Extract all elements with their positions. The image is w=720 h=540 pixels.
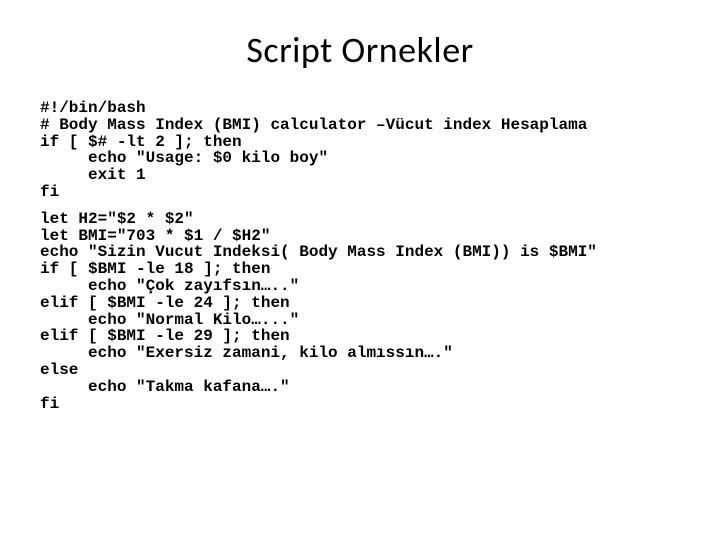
code-line: #!/bin/bash (40, 99, 146, 117)
code-line: if [ $# -lt 2 ]; then (40, 133, 242, 151)
code-line: if [ $BMI -le 18 ]; then (40, 260, 270, 278)
code-line: elif [ $BMI -le 24 ]; then (40, 294, 290, 312)
code-line: let H2="$2 * $2" (40, 210, 194, 228)
slide: Script Ornekler #!/bin/bash # Body Mass … (0, 0, 720, 540)
code-line: echo "Sizin Vucut Indeksi( Body Mass Ind… (40, 243, 597, 261)
code-line: let BMI="703 * $1 / $H2" (40, 227, 270, 245)
code-line: echo "Takma kafana…." (40, 378, 290, 396)
code-line: echo "Çok zayıfsın….." (40, 277, 299, 295)
code-line: echo "Exersiz zamani, kilo almıssın…." (40, 344, 453, 362)
code-line: echo "Normal Kilo…..." (40, 311, 299, 329)
code-line: fi (40, 395, 59, 413)
code-line: echo "Usage: $0 kilo boy" (40, 149, 328, 167)
code-line: else (40, 361, 78, 379)
code-line: exit 1 (40, 166, 146, 184)
code-line: fi (40, 183, 59, 201)
code-block: #!/bin/bash # Body Mass Index (BMI) calc… (40, 100, 680, 412)
code-line: # Body Mass Index (BMI) calculator –Vücu… (40, 116, 587, 134)
code-line: elif [ $BMI -le 29 ]; then (40, 327, 290, 345)
slide-title: Script Ornekler (40, 28, 680, 72)
